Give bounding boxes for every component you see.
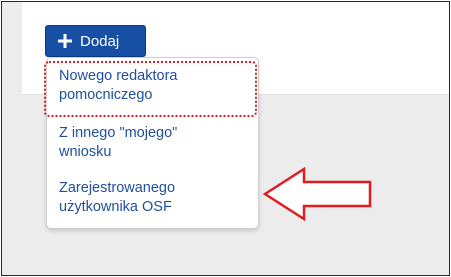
add-button-label: Dodaj — [80, 32, 120, 50]
menu-item-registered-osf-user[interactable]: Zarejestrowanego użytkownika OSF — [59, 179, 249, 217]
menu-item-label-line1: Zarejestrowanego — [59, 180, 176, 196]
menu-item-new-assistant-editor[interactable]: Nowego redaktora pomocniczego — [59, 67, 249, 105]
menu-item-from-other-application[interactable]: Z innego "mojego" wniosku — [59, 124, 249, 162]
add-button[interactable]: Dodaj — [45, 25, 146, 57]
menu-item-label-line1: Z innego "mojego" — [59, 125, 178, 141]
left-arrow-icon — [262, 166, 372, 222]
add-dropdown-menu: Nowego redaktora pomocniczego Z innego "… — [46, 57, 259, 229]
menu-item-label-line2: pomocniczego — [59, 87, 153, 103]
menu-item-label-line2: użytkownika OSF — [59, 199, 172, 215]
menu-item-label-line1: Nowego redaktora — [59, 68, 178, 84]
menu-item-label-line2: wniosku — [59, 144, 112, 160]
plus-icon — [58, 34, 72, 48]
